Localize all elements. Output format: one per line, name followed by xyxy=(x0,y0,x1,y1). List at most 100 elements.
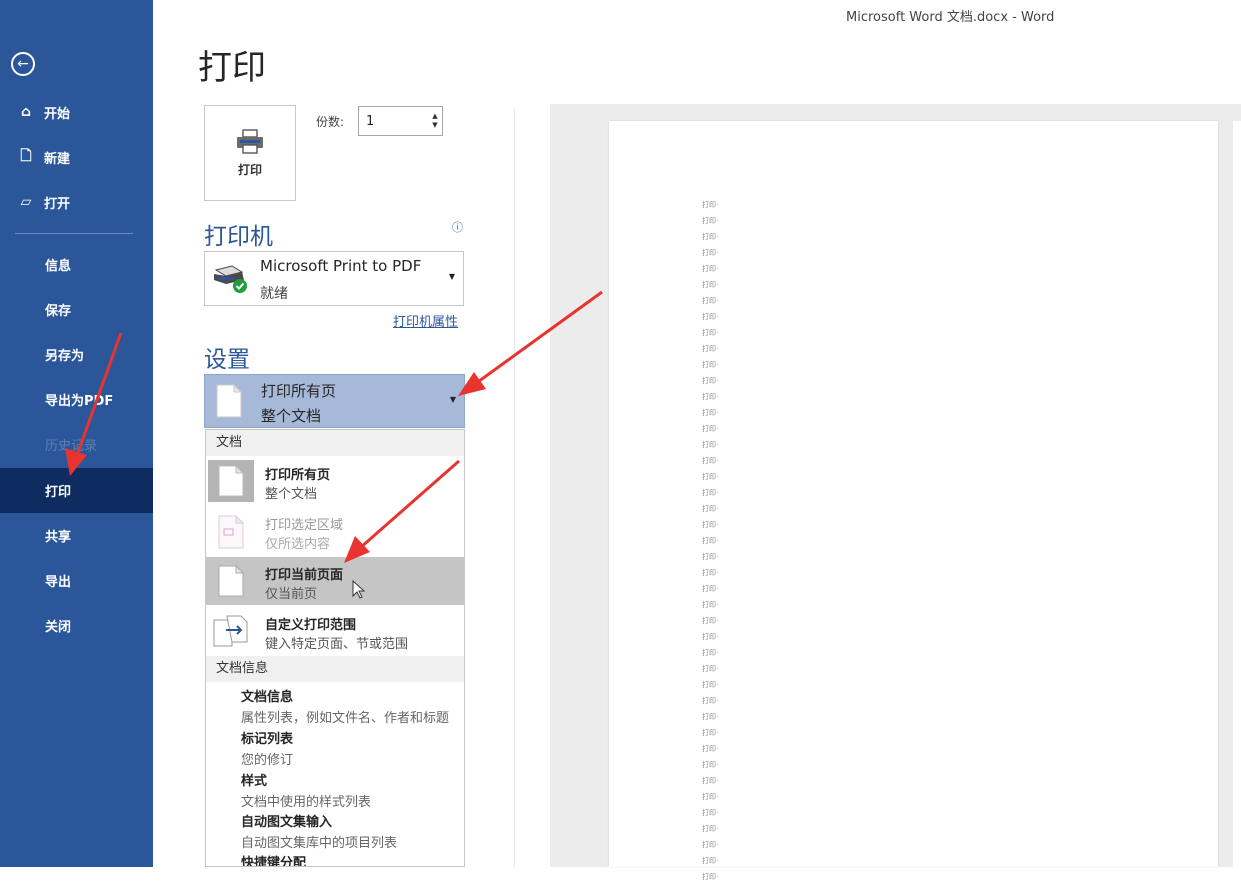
nav-open-label: 打开 xyxy=(44,196,71,212)
nav-new-label: 新建 xyxy=(44,151,71,167)
print-range-select[interactable]: 打印所有页 整个文档 ▼ xyxy=(204,374,465,428)
print-button-label: 打印 xyxy=(237,162,262,177)
chevron-down-icon: ▼ xyxy=(449,395,456,404)
preview-line: 打印· xyxy=(702,409,719,417)
nav-home[interactable]: ⌂ 开始 xyxy=(0,92,153,132)
preview-line: 打印· xyxy=(702,313,719,321)
preview-line: 打印· xyxy=(702,441,719,449)
preview-line: 打印· xyxy=(702,217,719,225)
page-title: 打印 xyxy=(198,48,266,88)
menu-option-doc-info[interactable]: 文档信息 属性列表，例如文件名、作者和标题 xyxy=(241,686,449,726)
nav-save-label: 保存 xyxy=(45,303,72,319)
preview-line: 打印· xyxy=(702,297,719,305)
range-selected-desc: 整个文档 xyxy=(261,407,322,425)
nav-home-label: 开始 xyxy=(44,106,71,122)
nav-info-label: 信息 xyxy=(45,258,72,274)
preview-line: 打印· xyxy=(702,489,719,497)
menu-option-styles[interactable]: 样式 文档中使用的样式列表 xyxy=(241,770,371,810)
nav-info[interactable]: 信息 xyxy=(0,244,153,284)
range-selected-title: 打印所有页 xyxy=(261,382,337,400)
option-desc: 仅当前页 xyxy=(265,587,318,602)
preview-line: 打印· xyxy=(702,505,719,513)
panel-separator xyxy=(514,108,515,867)
nav-export-label: 导出 xyxy=(45,574,72,590)
nav-close-label: 关闭 xyxy=(45,619,72,635)
menu-option-key-assignments[interactable]: 快捷键分配 xyxy=(241,852,307,867)
menu-header-document: 文档 xyxy=(206,430,464,456)
option-desc: 整个文档 xyxy=(265,487,318,502)
preview-line: 打印· xyxy=(702,569,719,577)
window-title: Microsoft Word 文档.docx - Word xyxy=(846,10,1055,25)
nav-print[interactable]: 打印 xyxy=(0,468,153,513)
nav-export[interactable]: 导出 xyxy=(0,560,153,600)
preview-line: 打印· xyxy=(702,345,719,353)
option-title: 自定义打印范围 xyxy=(265,618,357,633)
print-range-menu: 文档 打印所有页 整个文档 打印选定区域 仅所选内容 打印当前页面 仅当前页 自… xyxy=(205,429,465,867)
menu-option-autotext[interactable]: 自动图文集输入 自动图文集库中的项目列表 xyxy=(241,811,397,851)
preview-line: 打印· xyxy=(702,361,719,369)
preview-line: 打印· xyxy=(702,665,719,673)
nav-save[interactable]: 保存 xyxy=(0,289,153,329)
preview-line: 打印· xyxy=(702,265,719,273)
nav-history-label: 历史记录 xyxy=(45,438,98,454)
nav-history: 历史记录 xyxy=(0,424,153,464)
back-arrow-icon[interactable]: ← xyxy=(11,52,35,76)
printer-select[interactable]: Microsoft Print to PDF 就绪 ▼ xyxy=(204,251,464,306)
nav-save-as[interactable]: 另存为 xyxy=(0,334,153,374)
preview-line: 打印· xyxy=(702,649,719,657)
preview-text-lines: 打印· 打印· 打印· 打印· 打印· 打印· 打印· 打印· 打印· 打印· 打印· 打印· 打印· 打… xyxy=(702,197,762,885)
option-title: 快捷键分配 xyxy=(241,856,307,867)
new-document-icon: 🗋 xyxy=(20,148,32,164)
nav-open[interactable]: ▱ 打开 xyxy=(0,182,153,222)
preview-line: 打印· xyxy=(702,585,719,593)
preview-line: 打印· xyxy=(702,825,719,833)
preview-line: 打印· xyxy=(702,745,719,753)
nav-export-pdf[interactable]: 导出为PDF xyxy=(0,379,153,419)
preview-line: 打印· xyxy=(702,601,719,609)
preview-line: 打印· xyxy=(702,281,719,289)
preview-line: 打印· xyxy=(702,697,719,705)
option-title: 打印当前页面 xyxy=(265,568,344,583)
preview-line: 打印· xyxy=(702,729,719,737)
menu-option-markup-list[interactable]: 标记列表 您的修订 xyxy=(241,728,293,768)
selection-page-icon xyxy=(218,515,244,549)
printer-icon xyxy=(237,128,263,154)
nav-new[interactable]: 🗋 新建 xyxy=(0,137,153,177)
preview-line: 打印· xyxy=(702,553,719,561)
option-desc: 仅所选内容 xyxy=(265,537,331,552)
preview-line: 打印· xyxy=(702,713,719,721)
custom-range-icon xyxy=(213,615,248,647)
option-desc: 您的修订 xyxy=(241,753,294,768)
option-desc: 键入特定页面、节或范围 xyxy=(265,637,409,652)
preview-line: 打印· xyxy=(702,329,719,337)
preview-line: 打印· xyxy=(702,457,719,465)
preview-line: 打印· xyxy=(702,633,719,641)
menu-option-print-all[interactable]: 打印所有页 整个文档 xyxy=(206,457,464,505)
open-folder-icon: ▱ xyxy=(20,194,32,210)
printer-section-title: 打印机 xyxy=(204,224,273,250)
preview-page: 打印· 打印· 打印· 打印· 打印· 打印· 打印· 打印· 打印· 打印· 打印· 打印· 打印· 打… xyxy=(609,121,1218,881)
printer-status: 就绪 xyxy=(260,286,288,302)
option-desc: 自动图文集库中的项目列表 xyxy=(241,836,398,851)
nav-share[interactable]: 共享 xyxy=(0,515,153,555)
menu-option-print-current[interactable]: 打印当前页面 仅当前页 xyxy=(206,557,464,605)
copies-stepper[interactable]: 1 ▲ ▼ xyxy=(358,106,443,136)
preview-line: 打印· xyxy=(702,793,719,801)
preview-line: 打印· xyxy=(702,761,719,769)
option-title: 打印所有页 xyxy=(265,468,331,483)
spinner-arrows-icon[interactable]: ▲ ▼ xyxy=(428,112,442,130)
nav-close[interactable]: 关闭 xyxy=(0,605,153,645)
copies-label: 份数: xyxy=(316,115,345,129)
menu-option-custom-range[interactable]: 自定义打印范围 键入特定页面、节或范围 xyxy=(206,607,464,655)
printer-properties-link[interactable]: 打印机属性 xyxy=(393,311,458,330)
print-button[interactable]: 打印 xyxy=(204,105,296,201)
info-icon[interactable]: ⓘ xyxy=(452,219,463,235)
preview-line: 打印· xyxy=(702,233,719,241)
home-icon: ⌂ xyxy=(20,104,32,120)
chevron-down-icon: ▼ xyxy=(448,272,455,281)
preview-line: 打印· xyxy=(702,201,719,209)
preview-line: 打印· xyxy=(702,873,719,881)
preview-line: 打印· xyxy=(702,393,719,401)
menu-option-print-selection: 打印选定区域 仅所选内容 xyxy=(206,507,464,555)
mouse-cursor-icon xyxy=(352,580,366,599)
